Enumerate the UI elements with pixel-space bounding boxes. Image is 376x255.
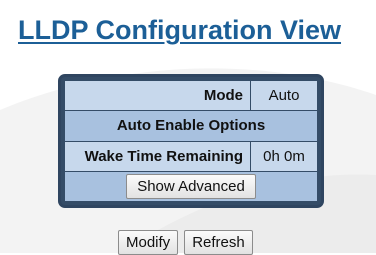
show-advanced-button[interactable]: Show Advanced: [126, 173, 256, 199]
mode-value: Auto: [250, 79, 318, 112]
wake-time-row: Wake Time Remaining 0h 0m: [64, 140, 318, 172]
action-bar: Modify Refresh: [118, 230, 253, 255]
modify-button[interactable]: Modify: [118, 230, 179, 255]
config-panel: Mode Auto Auto Enable Options Wake Time …: [58, 74, 324, 208]
page-title: LLDP Configuration View: [18, 15, 342, 45]
wake-time-label: Wake Time Remaining: [64, 140, 251, 172]
config-table: Mode Auto Auto Enable Options Wake Time …: [64, 79, 318, 203]
mode-row: Mode Auto: [64, 79, 318, 112]
auto-enable-header: Auto Enable Options: [64, 110, 318, 142]
auto-enable-row: Auto Enable Options: [64, 110, 318, 142]
wake-time-value: 0h 0m: [250, 140, 318, 172]
refresh-button[interactable]: Refresh: [184, 230, 253, 255]
show-advanced-row: Show Advanced: [64, 170, 318, 203]
show-advanced-cell: Show Advanced: [64, 170, 318, 203]
mode-label: Mode: [64, 79, 251, 112]
